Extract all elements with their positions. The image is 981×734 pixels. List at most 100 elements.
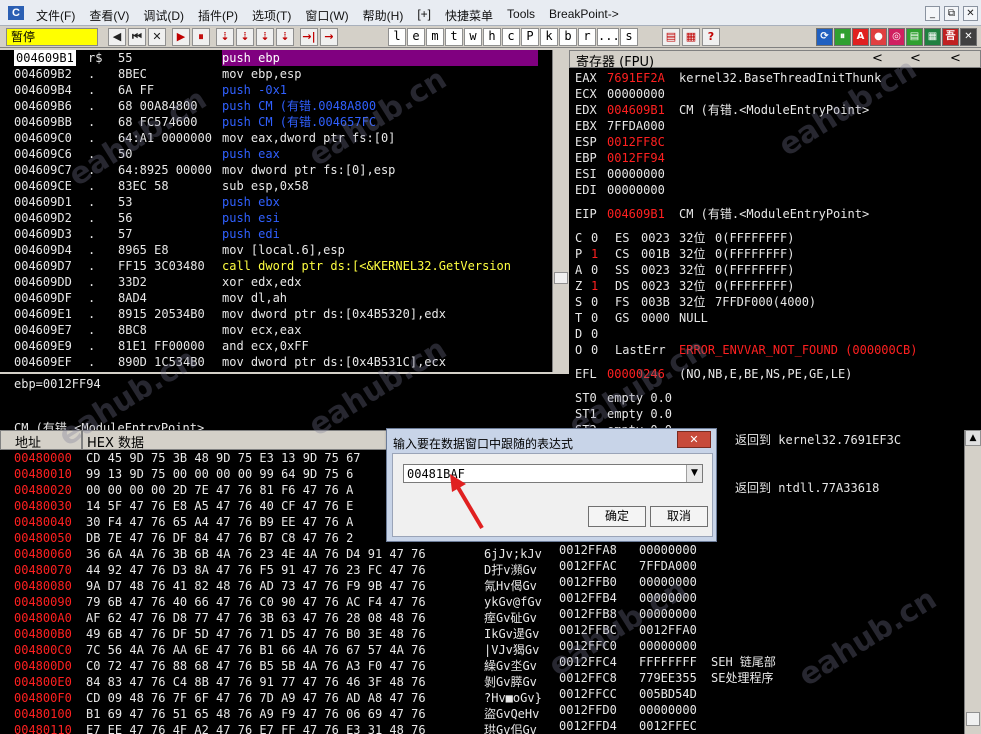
menu-item[interactable]: 文件(F) xyxy=(36,7,75,23)
register-row[interactable]: EAX 7691EF2A kernel32.BaseThreadInitThunk xyxy=(569,70,981,86)
disasm-row[interactable]: 004609C6. 50 push eax xyxy=(0,146,552,162)
letter-button[interactable]: h xyxy=(483,28,501,46)
cancel-button[interactable]: 取消 xyxy=(650,506,708,527)
dump-row[interactable]: 00480070 44 92 47 76 D3 8A 47 76 F5 91 47… xyxy=(0,562,557,578)
plugin-icon[interactable]: ⟳ xyxy=(816,28,833,46)
letter-button[interactable]: ... xyxy=(597,28,620,46)
disasm-row[interactable]: 004609E7. 8BC8 mov ecx,eax xyxy=(0,322,552,338)
debug-button[interactable]: ⇣ xyxy=(276,28,294,46)
debug-button[interactable]: ⇣ xyxy=(256,28,274,46)
scroll-up-button[interactable]: ▲ xyxy=(965,430,981,446)
registers-pane[interactable]: EAX 7691EF2A kernel32.BaseThreadInitThunk E… xyxy=(569,68,981,430)
disasm-row[interactable]: 004609B1 r$ 55 push ebp xyxy=(0,50,552,66)
disasm-row[interactable]: 004609BB. 68 FC574600 push CM (有错.004657FC xyxy=(0,114,552,130)
register-row[interactable]: EBX 7FFDA000 xyxy=(569,118,981,134)
disasm-row[interactable]: 004609D3. 57 push edi xyxy=(0,226,552,242)
plugin-icon[interactable]: ✕ xyxy=(960,28,977,46)
disasm-row[interactable]: 004609D1. 53 push ebx xyxy=(0,194,552,210)
menu-item[interactable]: 选项(T) xyxy=(252,7,291,23)
dump-row[interactable]: 004800B0 49 6B 47 76 DF 5D 47 76 71 D5 47… xyxy=(0,626,557,642)
plugin-icon[interactable]: 吾 xyxy=(942,28,959,46)
disasm-row[interactable]: 004609CE. 83EC 58 sub esp,0x58 xyxy=(0,178,552,194)
dump-row[interactable]: 00480110 E7 EE 47 76 4F A2 47 76 E7 FF 47… xyxy=(0,722,557,734)
debug-button[interactable]: ▶ xyxy=(172,28,190,46)
disasm-row[interactable]: 004609D7. FF15 3C03480 call dword ptr ds:[… xyxy=(0,258,552,274)
disasm-row[interactable]: 004609B6. 68 00A84800 push CM (有错.0048A800 xyxy=(0,98,552,114)
disassembly-scroll-thumb[interactable] xyxy=(554,272,568,284)
disasm-row[interactable]: 004609D2. 56 push esi xyxy=(0,210,552,226)
dump-row[interactable]: 004800A0 AF 62 47 76 D8 77 47 76 3B 63 47… xyxy=(0,610,557,626)
menu-item[interactable]: 帮助(H) xyxy=(363,7,404,23)
letter-button[interactable]: P xyxy=(521,28,539,46)
disasm-row[interactable]: 004609B2. 8BEC mov ebp,esp xyxy=(0,66,552,82)
stack-row[interactable]: 0012FFA8 00000000 xyxy=(557,542,964,558)
disasm-row[interactable]: 004609D4. 8965 E8 mov [local.6],esp xyxy=(0,242,552,258)
tool-button[interactable]: ▦ xyxy=(682,28,700,46)
debug-button[interactable]: ⇣ xyxy=(216,28,234,46)
flag-row[interactable]: D0 xyxy=(569,326,981,342)
plugin-icon[interactable]: A xyxy=(852,28,869,46)
stack-row[interactable]: 0012FFD4 0012FFEC xyxy=(557,718,964,734)
register-row[interactable]: ESI 00000000 xyxy=(569,166,981,182)
disasm-row[interactable]: 004609C0. 64:A1 0000000 mov eax,dword ptr … xyxy=(0,130,552,146)
disasm-row[interactable]: 004609B4. 6A FF push -0x1 xyxy=(0,82,552,98)
disassembly-scrollbar[interactable] xyxy=(552,50,569,372)
dump-row[interactable]: 00480100 B1 69 47 76 51 65 48 76 A9 F9 47… xyxy=(0,706,557,722)
letter-button[interactable]: c xyxy=(502,28,520,46)
dump-row[interactable]: 00480090 79 6B 47 76 40 66 47 76 C0 90 47… xyxy=(0,594,557,610)
stack-row[interactable]: 0012FFB8 00000000 xyxy=(557,606,964,622)
ok-button[interactable]: 确定 xyxy=(588,506,646,527)
debug-button[interactable]: ✕ xyxy=(148,28,166,46)
disasm-row[interactable]: 004609C7. 64:8925 00000 mov dword ptr fs:[… xyxy=(0,162,552,178)
restore-button[interactable]: ⧉ xyxy=(944,6,959,21)
letter-button[interactable]: k xyxy=(540,28,558,46)
fpu-row[interactable]: ST0 empty 0.0 xyxy=(569,390,981,406)
flag-row[interactable]: Z 1 DS 0023 32位 0(FFFFFFFF) xyxy=(569,278,981,294)
stack-scroll-thumb[interactable] xyxy=(966,712,980,726)
left-arrow[interactable]: < xyxy=(910,51,921,66)
plugin-icon[interactable]: ◎ xyxy=(888,28,905,46)
debug-button[interactable]: ⇣ xyxy=(236,28,254,46)
chevron-down-icon[interactable]: ▼ xyxy=(686,465,702,482)
debug-button[interactable]: ◀ xyxy=(108,28,126,46)
letter-button[interactable]: l xyxy=(388,28,406,46)
letter-button[interactable]: w xyxy=(464,28,482,46)
dialog-close-button[interactable]: ✕ xyxy=(677,431,711,448)
disassembly-pane[interactable]: 004609B1 r$ 55 push ebp 004609B2. 8BEC mov ebp… xyxy=(0,50,552,372)
stack-row[interactable]: 0012FFAC 7FFDA000 xyxy=(557,558,964,574)
dump-row[interactable]: 004800D0 C0 72 47 76 88 68 47 76 B5 5B 4A… xyxy=(0,658,557,674)
flag-row[interactable]: O 0 LastErr ERROR_ENVVAR_NOT_FOUND (000000C… xyxy=(569,342,981,358)
disasm-row[interactable]: 004609DF. 8AD4 mov dl,ah xyxy=(0,290,552,306)
menu-item[interactable]: 调试(D) xyxy=(143,7,184,23)
close-button[interactable]: ✕ xyxy=(963,6,978,21)
menu-item[interactable]: [+] xyxy=(417,7,431,21)
letter-button[interactable]: b xyxy=(559,28,577,46)
plugin-icon[interactable]: ⏸ xyxy=(834,28,851,46)
minimize-button[interactable]: _ xyxy=(925,6,940,21)
disasm-row[interactable]: 004609DD. 33D2 xor edx,edx xyxy=(0,274,552,290)
disasm-row[interactable]: 004609E1. 8915 20534B0 mov dword ptr ds:[0… xyxy=(0,306,552,322)
dump-row[interactable]: 004800E0 84 83 47 76 C4 8B 47 76 91 77 47… xyxy=(0,674,557,690)
dump-addr-header[interactable]: 地址 xyxy=(0,430,82,451)
plugin-icon[interactable]: ▦ xyxy=(924,28,941,46)
menu-item[interactable]: Tools xyxy=(507,7,535,21)
stack-row[interactable]: 0012FFBC 0012FFA0 xyxy=(557,622,964,638)
tool-button[interactable]: ▤ xyxy=(662,28,680,46)
letter-button[interactable]: e xyxy=(407,28,425,46)
stack-row[interactable]: 0012FFB4 00000000 xyxy=(557,590,964,606)
dump-row[interactable]: 004800F0 CD 09 48 76 7F 6F 47 76 7D A9 47… xyxy=(0,690,557,706)
left-arrow[interactable]: < xyxy=(872,51,883,66)
stack-row[interactable]: 0012FFD0 00000000 xyxy=(557,702,964,718)
flag-row[interactable]: T 0 GS 0000 NULL xyxy=(569,310,981,326)
letter-button[interactable]: t xyxy=(445,28,463,46)
registers-header[interactable]: 寄存器 (FPU) < < < xyxy=(569,50,981,70)
register-row[interactable]: EDX 004609B1 CM (有错.<ModuleEntryPoint> xyxy=(569,102,981,118)
stack-scrollbar[interactable]: ▲ xyxy=(964,430,981,734)
register-row[interactable]: EBP 0012FF94 xyxy=(569,150,981,166)
disasm-row[interactable]: 004609EF. 890D 1C534B0 mov dword ptr ds:[0… xyxy=(0,354,552,370)
register-row[interactable]: EIP 004609B1 CM (有错.<ModuleEntryPoint> xyxy=(569,206,981,222)
flag-row[interactable]: A 0 SS 0023 32位 0(FFFFFFFF) xyxy=(569,262,981,278)
menu-item[interactable]: 插件(P) xyxy=(198,7,238,23)
plugin-icon[interactable]: ▤ xyxy=(906,28,923,46)
stack-row[interactable]: 0012FFB0 00000000 xyxy=(557,574,964,590)
